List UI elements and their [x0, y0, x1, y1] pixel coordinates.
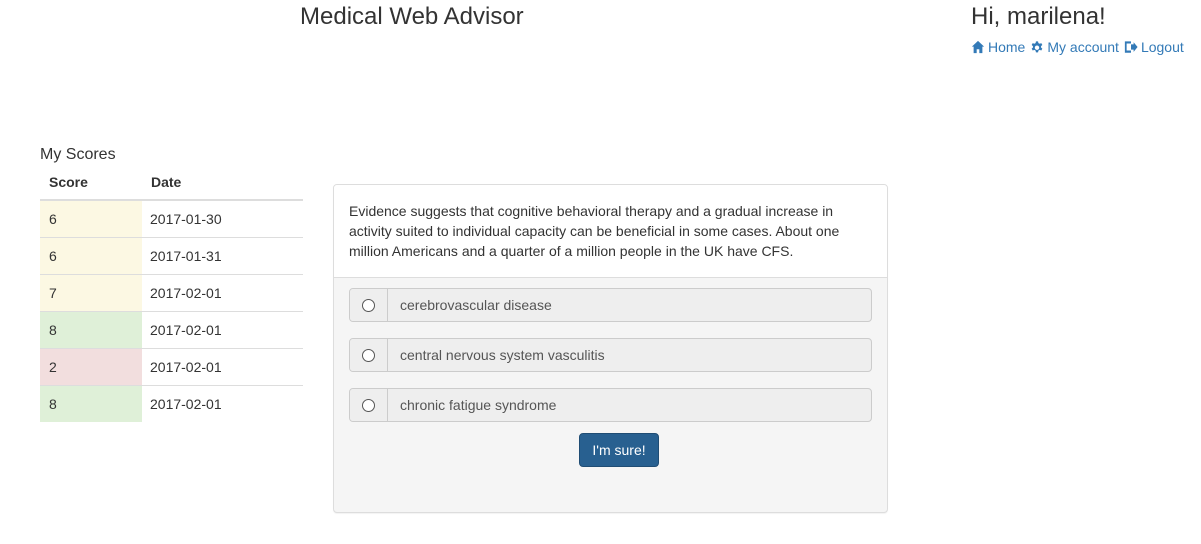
- app-title: Medical Web Advisor: [300, 3, 524, 30]
- table-row: 2 2017-02-01: [40, 348, 303, 386]
- user-greeting: Hi, marilena!: [971, 3, 1106, 30]
- page: Medical Web Advisor Hi, marilena! Home M…: [0, 0, 1201, 544]
- table-row: 6 2017-01-31: [40, 237, 303, 275]
- radio-addon: [350, 389, 388, 421]
- table-row: 8 2017-02-01: [40, 311, 303, 349]
- nav-logout-label: Logout: [1140, 39, 1184, 55]
- answer-option-2[interactable]: central nervous system vasculitis: [349, 338, 872, 372]
- radio-addon: [350, 339, 388, 371]
- score-column-header: Score: [40, 165, 142, 201]
- radio-button[interactable]: [362, 398, 375, 412]
- logout-icon: [1124, 41, 1138, 53]
- answer-option-1[interactable]: cerebrovascular disease: [349, 288, 872, 322]
- date-cell: 2017-02-01: [142, 385, 303, 422]
- answer-option-label: central nervous system vasculitis: [400, 347, 605, 363]
- score-cell: 7: [40, 274, 142, 312]
- score-cell: 2: [40, 348, 142, 386]
- date-cell: 2017-02-01: [142, 274, 303, 312]
- answer-option-label: chronic fatigue syndrome: [400, 397, 557, 413]
- answer-option-3[interactable]: chronic fatigue syndrome: [349, 388, 872, 422]
- scores-header-row: Score Date: [40, 165, 303, 201]
- question-text: Evidence suggests that cognitive behavio…: [334, 185, 887, 278]
- score-cell: 6: [40, 200, 142, 238]
- date-column-header: Date: [142, 165, 303, 201]
- nav-home-label: Home: [988, 39, 1026, 55]
- nav-my-account-label: My account: [1047, 39, 1119, 55]
- score-cell: 8: [40, 311, 142, 349]
- submit-answer-button[interactable]: I'm sure!: [579, 433, 659, 467]
- answer-options: cerebrovascular disease central nervous …: [334, 278, 887, 422]
- my-scores-title: My Scores: [40, 146, 116, 163]
- nav-my-account-link[interactable]: My account: [1030, 39, 1119, 55]
- nav-logout-link[interactable]: Logout: [1124, 39, 1184, 55]
- table-row: 8 2017-02-01: [40, 385, 303, 422]
- radio-button[interactable]: [362, 348, 375, 362]
- gear-icon: [1032, 41, 1043, 53]
- score-cell: 8: [40, 385, 142, 422]
- table-row: 6 2017-01-30: [40, 200, 303, 238]
- question-panel: Evidence suggests that cognitive behavio…: [333, 184, 888, 513]
- table-row: 7 2017-02-01: [40, 274, 303, 312]
- home-icon: [971, 40, 985, 54]
- date-cell: 2017-02-01: [142, 311, 303, 349]
- date-cell: 2017-02-01: [142, 348, 303, 386]
- nav-home-link[interactable]: Home: [971, 39, 1025, 55]
- scores-table: Score Date 6 2017-01-30 6 2017-01-31 7 2…: [40, 165, 303, 422]
- answer-option-label: cerebrovascular disease: [400, 297, 552, 313]
- date-cell: 2017-01-30: [150, 211, 222, 227]
- date-cell: 2017-01-31: [142, 237, 303, 275]
- radio-addon: [350, 289, 388, 321]
- radio-button[interactable]: [362, 298, 375, 312]
- score-cell: 6: [40, 237, 142, 275]
- top-nav: Home My account Logout: [971, 39, 1189, 55]
